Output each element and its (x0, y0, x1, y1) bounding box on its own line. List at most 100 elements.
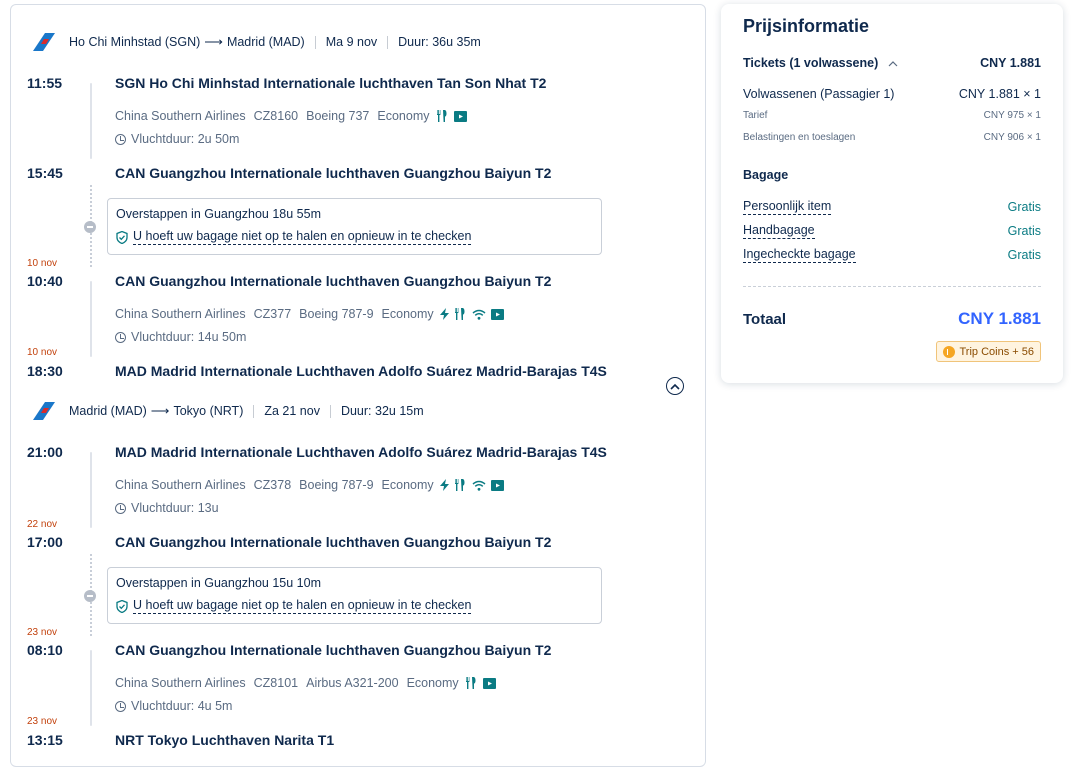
flight-number: CZ8101 (253, 676, 299, 690)
fare-value: CNY 975 × 1 (983, 110, 1041, 121)
flight-info: China Southern Airlines CZ378 Boeing 787… (115, 478, 504, 492)
departure-time: 21:00 (27, 444, 63, 460)
departure-airport: CAN Guangzhou Internationale luchthaven … (115, 642, 552, 658)
timeline-line (90, 452, 92, 528)
timeline-line (90, 83, 92, 159)
coin-icon (942, 345, 955, 358)
flight-duration-text: Vluchtduur: 14u 50m (131, 330, 247, 344)
transfer-info: Overstappen in Guangzhou 15u 10m (116, 576, 321, 590)
chevron-up-icon (670, 383, 680, 390)
baggage-checked[interactable]: Ingecheckte bagage (743, 247, 856, 263)
total-label: Totaal (743, 310, 787, 328)
adults-value: CNY 1.881 × 1 (958, 87, 1041, 101)
arrival-time: 17:00 (27, 534, 63, 550)
divider (314, 35, 316, 49)
taxes-row: Belastingen en toeslagen CNY 906 × 1 (743, 132, 1041, 143)
route-to: Tokyo (NRT) (173, 404, 244, 418)
arrival-date: 23 nov (27, 716, 58, 727)
divider (387, 35, 389, 49)
total-row: Totaal CNY 1.881 (743, 309, 1041, 329)
baggage-value: Gratis (1007, 248, 1041, 262)
fare-row: Tarief CNY 975 × 1 (743, 110, 1041, 121)
arrival-time: 18:30 (27, 363, 63, 379)
leg-header: Madrid (MAD) ⟶ Tokyo (NRT) Za 21 nov Duu… (31, 400, 424, 422)
flight-number: CZ378 (253, 478, 292, 492)
baggage-personal-item[interactable]: Persoonlijk item (743, 199, 832, 215)
baggage-note-link[interactable]: U hoeft uw bagage niet op te halen en op… (116, 598, 593, 614)
arrival-date: 22 nov (27, 519, 58, 530)
cabin-class: Economy (381, 307, 434, 321)
timeline-line (90, 281, 92, 357)
transfer-box: Overstappen in Guangzhou 15u 10m U hoeft… (107, 567, 602, 624)
baggage-note: U hoeft uw bagage niet op te halen en op… (133, 598, 472, 614)
route-to: Madrid (MAD) (226, 35, 305, 49)
baggage-note-link[interactable]: U hoeft uw bagage niet op te halen en op… (116, 229, 593, 245)
itinerary-panel: Ho Chi Minhstad (SGN) ⟶ Madrid (MAD) Ma … (10, 4, 706, 767)
flight-info: China Southern Airlines CZ8160 Boeing 73… (115, 109, 467, 123)
arrival-time: 15:45 (27, 165, 63, 181)
stopover-icon (84, 590, 96, 602)
entertainment-icon (482, 677, 496, 689)
airline-logo-icon (33, 402, 55, 420)
departure-date: 10 nov (27, 258, 58, 269)
meal-icon (454, 479, 465, 491)
leg-date: Ma 9 nov (325, 35, 378, 49)
tickets-label: Tickets (1 volwassene) (743, 56, 898, 70)
power-icon (439, 479, 449, 491)
wifi-icon (472, 480, 486, 491)
clock-icon (115, 502, 126, 514)
baggage-row: Persoonlijk item Gratis (743, 199, 1041, 215)
flight-number: CZ8160 (253, 109, 299, 123)
divider (743, 286, 1041, 287)
total-value: CNY 1.881 (958, 309, 1041, 328)
baggage-row: Handbagage Gratis (743, 223, 1041, 239)
departure-time: 11:55 (27, 75, 63, 91)
baggage-carry-on[interactable]: Handbagage (743, 223, 815, 239)
divider (253, 404, 255, 418)
arrival-airport: MAD Madrid Internationale Luchthaven Ado… (115, 363, 607, 379)
aircraft-type: Boeing 787-9 (299, 307, 374, 321)
leg-duration: Duur: 36u 35m (398, 35, 481, 49)
timeline-line (90, 650, 92, 726)
aircraft-type: Boeing 787-9 (299, 478, 374, 492)
departure-time: 08:10 (27, 642, 63, 658)
airline-name: China Southern Airlines (115, 307, 246, 321)
route-from: Madrid (MAD) (69, 404, 147, 418)
arrival-date: 10 nov (27, 347, 58, 358)
transfer-box: Overstappen in Guangzhou 18u 55m U hoeft… (107, 198, 602, 255)
transfer-info: Overstappen in Guangzhou 18u 55m (116, 207, 321, 221)
trip-coins-badge: Trip Coins + 56 (935, 341, 1041, 362)
aircraft-type: Boeing 737 (306, 109, 370, 123)
divider (329, 404, 331, 418)
price-title: Prijsinformatie (743, 16, 870, 36)
shield-icon (116, 230, 128, 244)
clock-icon (115, 700, 126, 712)
meal-icon (436, 110, 446, 122)
fare-label: Tarief (743, 110, 768, 121)
baggage-title-text: Bagage (743, 168, 789, 182)
baggage-title: Bagage (743, 168, 1041, 182)
baggage-value: Gratis (1007, 200, 1041, 214)
adults-label: Volwassenen (Passagier 1) (743, 87, 895, 101)
route-arrow-icon: ⟶ (150, 403, 170, 418)
arrival-airport: CAN Guangzhou Internationale luchthaven … (115, 534, 552, 550)
departure-date: 23 nov (27, 627, 58, 638)
entertainment-icon (490, 479, 504, 491)
departure-airport: MAD Madrid Internationale Luchthaven Ado… (115, 444, 607, 460)
tickets-row[interactable]: Tickets (1 volwassene) CNY 1.881 (743, 56, 1041, 70)
flight-duration: Vluchtduur: 4u 5m (115, 699, 232, 713)
shield-icon (116, 599, 128, 613)
adults-row: Volwassenen (Passagier 1) CNY 1.881 × 1 (743, 87, 1041, 101)
route-from: Ho Chi Minhstad (SGN) (69, 35, 201, 49)
airline-name: China Southern Airlines (115, 109, 246, 123)
cabin-class: Economy (377, 109, 430, 123)
flight-duration-text: Vluchtduur: 13u (131, 501, 219, 515)
tickets-value: CNY 1.881 (980, 56, 1041, 70)
clock-icon (115, 331, 126, 343)
leg-duration: Duur: 32u 15m (340, 404, 424, 418)
taxes-label: Belastingen en toeslagen (743, 132, 856, 143)
aircraft-type: Airbus A321-200 (306, 676, 399, 690)
collapse-toggle-button[interactable] (666, 377, 684, 395)
route-arrow-icon: ⟶ (204, 34, 223, 49)
entertainment-icon (490, 308, 504, 320)
